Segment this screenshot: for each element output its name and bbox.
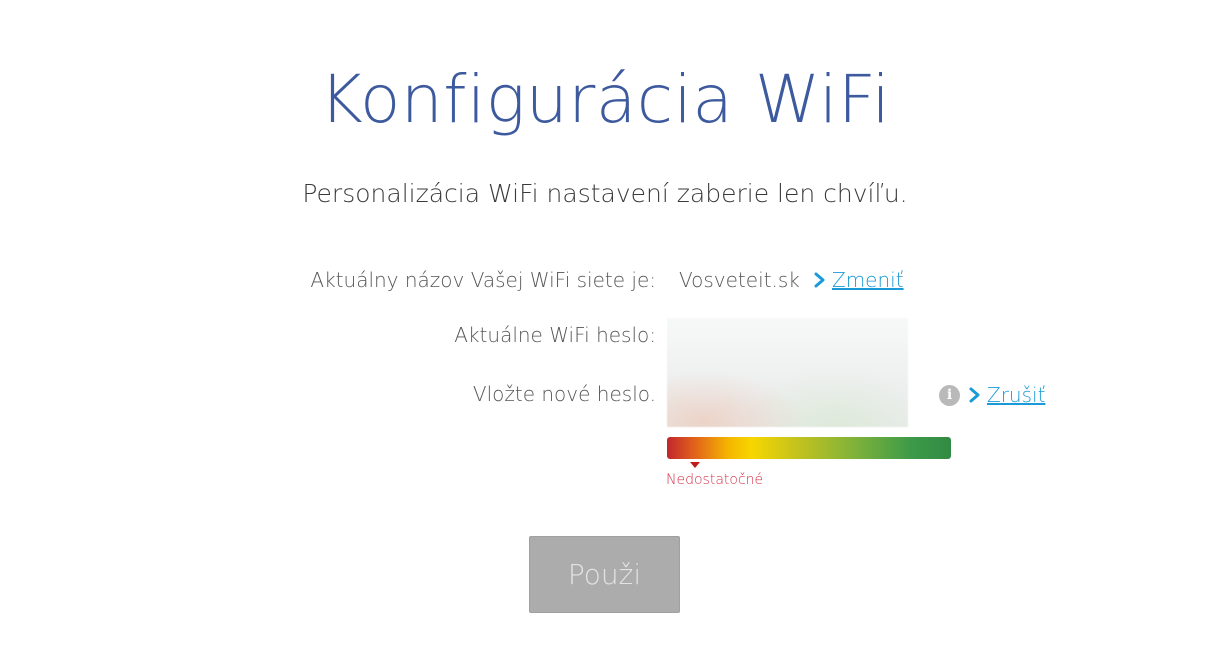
- info-icon[interactable]: i: [939, 385, 960, 406]
- chevron-right-icon: [969, 387, 980, 403]
- network-name-value: Vosveteit.sk: [679, 268, 800, 292]
- cancel-link-label: Zrušiť: [987, 383, 1046, 407]
- cancel-link[interactable]: Zrušiť: [968, 381, 1045, 409]
- password-strength-marker: [690, 462, 701, 468]
- password-strength-bar: [667, 437, 951, 459]
- change-link-label: Zmeniť: [832, 268, 904, 292]
- current-password-label: Aktuálne WiFi heslo:: [454, 323, 656, 347]
- page-title: Konfigurácia WiFi: [319, 61, 891, 138]
- change-network-name-link[interactable]: Zmeniť: [813, 266, 904, 294]
- chevron-right-icon: [814, 272, 825, 288]
- wifi-config-page: Konfigurácia WiFi Personalizácia WiFi na…: [0, 0, 1210, 657]
- apply-button[interactable]: Použi: [529, 536, 680, 613]
- new-password-label: Vložte nové heslo.: [472, 382, 656, 406]
- network-name-label: Aktuálny názov Vašej WiFi siete je:: [310, 268, 656, 292]
- password-strength-label: Nedostatočné: [666, 472, 764, 488]
- page-subtitle: Personalizácia WiFi nastavení zaberie le…: [302, 179, 908, 208]
- password-fields-area[interactable]: [667, 318, 908, 427]
